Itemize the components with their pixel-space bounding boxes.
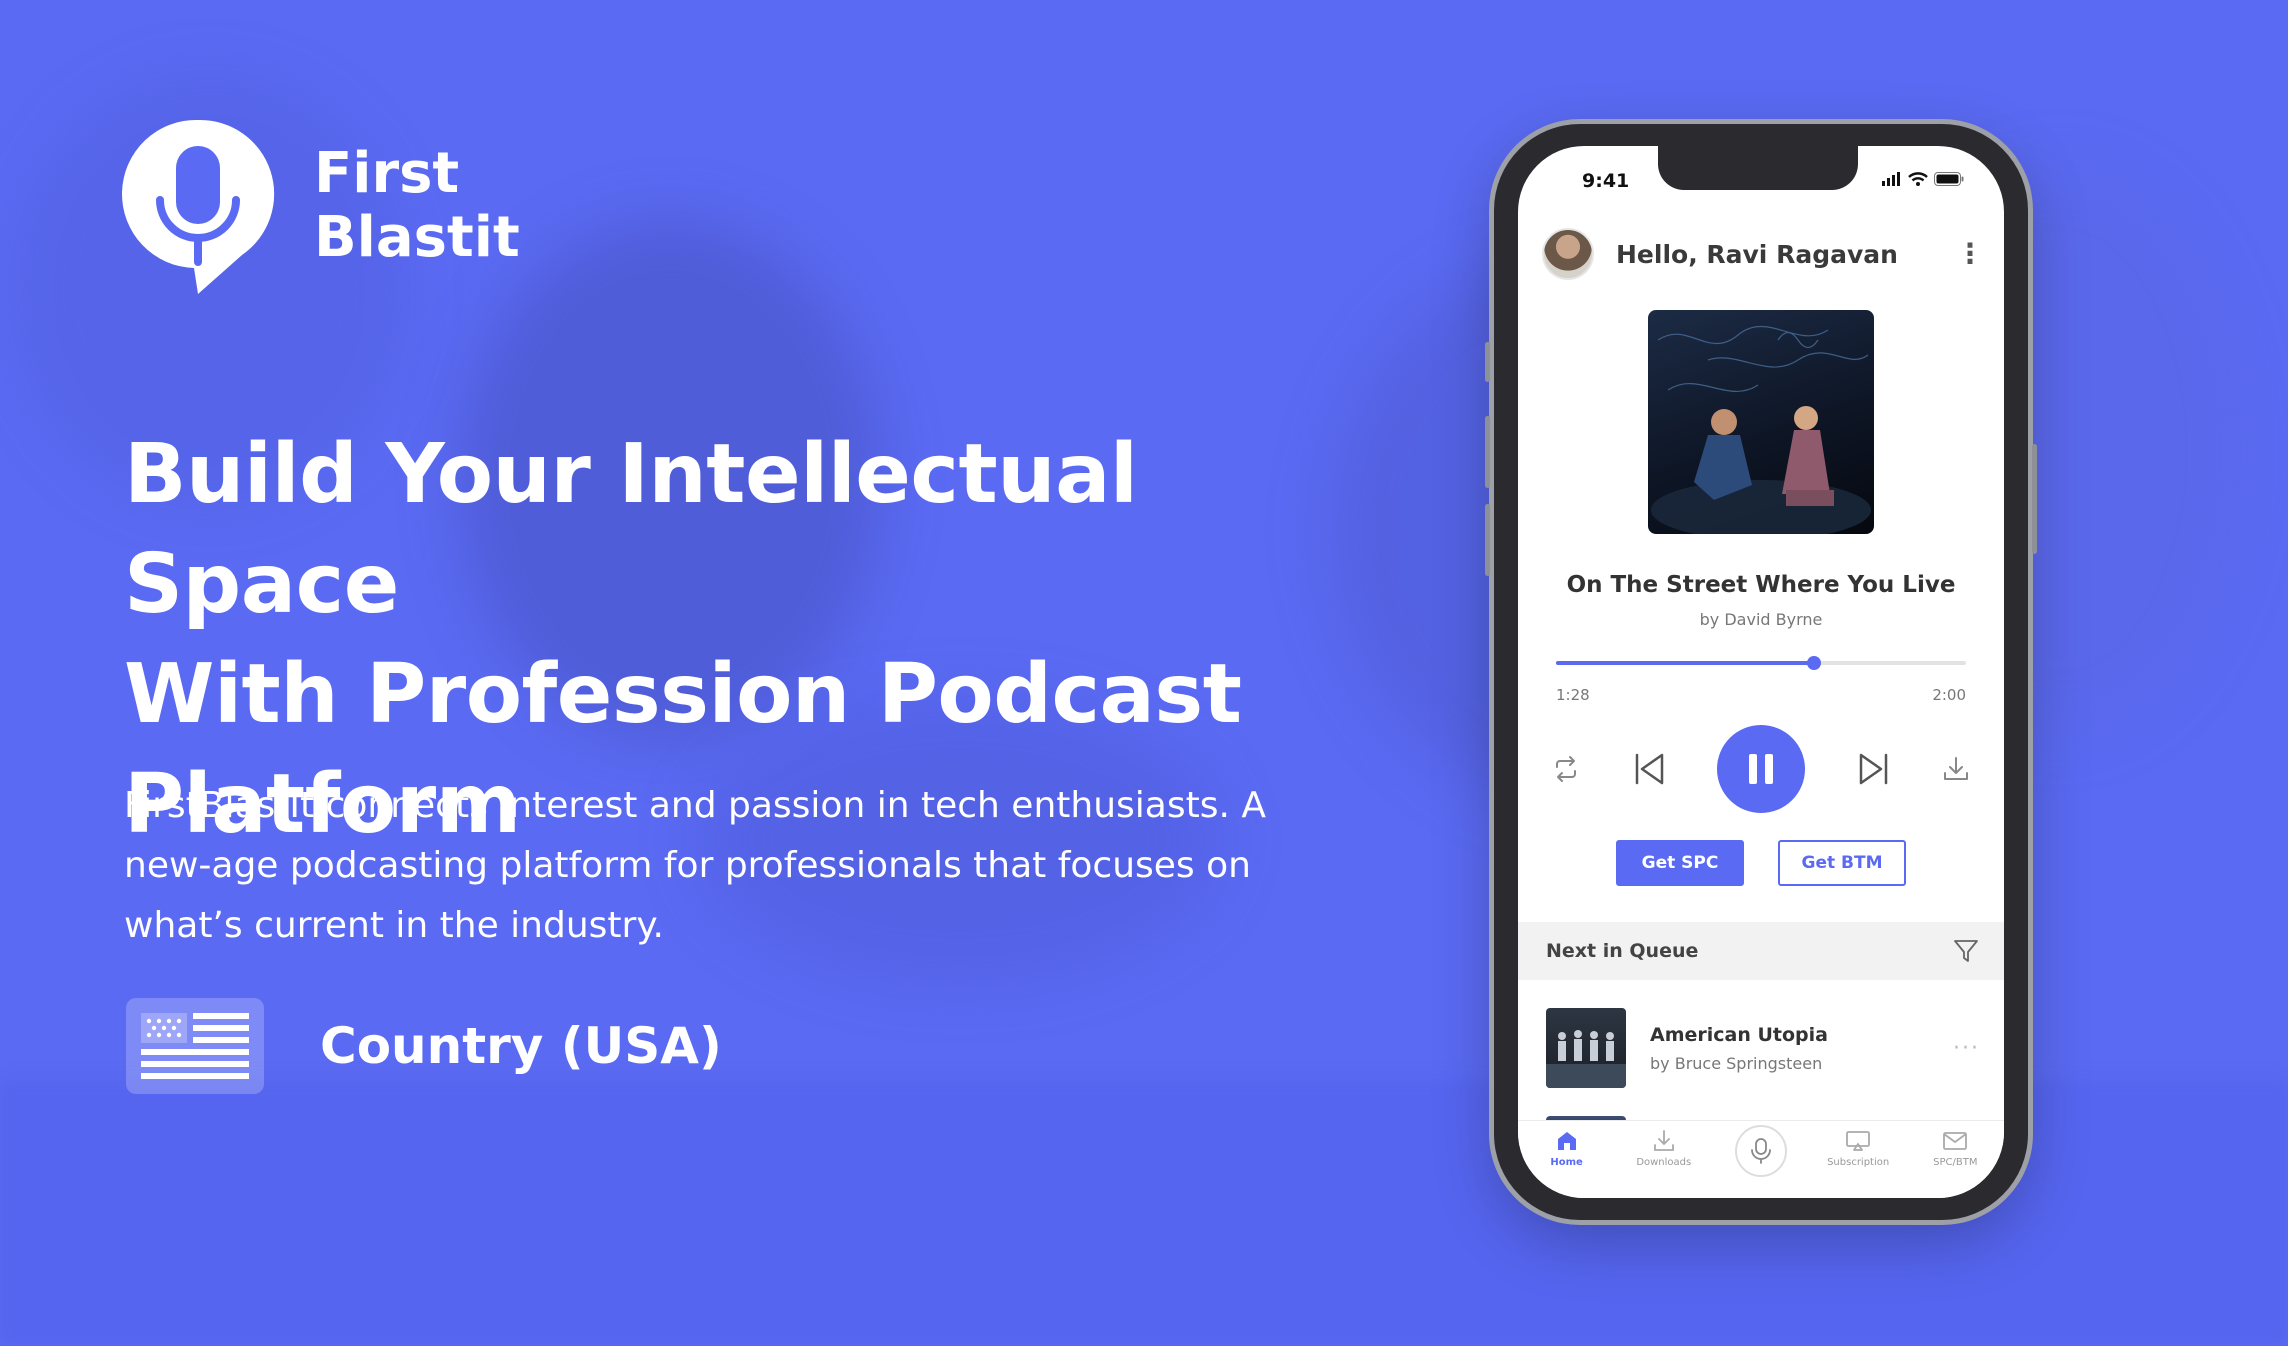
filter-icon[interactable] bbox=[1952, 937, 1980, 965]
more-options-icon[interactable]: ⋮ bbox=[1956, 240, 1984, 268]
tab-home[interactable]: Home bbox=[1522, 1129, 1612, 1168]
headline-line: Build Your Intellectual Space bbox=[124, 427, 1138, 632]
greeting-text: Hello, Ravi Ragavan bbox=[1616, 239, 1898, 269]
brand-name-line2: Blastit bbox=[314, 205, 520, 270]
tab-downloads[interactable]: Downloads bbox=[1619, 1129, 1709, 1168]
queue-item[interactable]: American Utopia by Bruce Springsteen ··· bbox=[1546, 1008, 1980, 1088]
brand-name-line1: First bbox=[314, 141, 460, 206]
download-icon[interactable] bbox=[1942, 755, 1970, 783]
pause-button[interactable] bbox=[1717, 725, 1805, 813]
greeting-row: Hello, Ravi Ragavan ⋮ bbox=[1542, 228, 1984, 280]
phone-side-button bbox=[1485, 504, 1490, 576]
country-selector[interactable]: Country (USA) bbox=[126, 998, 722, 1094]
download-icon bbox=[1653, 1130, 1674, 1151]
queue-item-artist: by Bruce Springsteen bbox=[1650, 1053, 1823, 1073]
microphone-logo-icon bbox=[120, 116, 276, 296]
tab-label: Downloads bbox=[1636, 1157, 1692, 1168]
wifi-icon bbox=[1908, 172, 1928, 186]
progress-bar[interactable] bbox=[1556, 656, 1966, 670]
status-time: 9:41 bbox=[1582, 170, 1630, 192]
elapsed-time: 1:28 bbox=[1556, 686, 1590, 704]
tab-label: Home bbox=[1550, 1157, 1583, 1168]
repeat-icon[interactable] bbox=[1552, 755, 1580, 783]
queue-item-title: American Utopia bbox=[1650, 1023, 1828, 1046]
album-cover bbox=[1648, 310, 1874, 534]
signal-icon bbox=[1882, 172, 1900, 186]
queue-title: Next in Queue bbox=[1546, 940, 1699, 962]
brand-logo: First Blastit bbox=[120, 116, 520, 296]
phone-screen: 9:41 Hello, Ravi Ragavan ⋮ On The Street… bbox=[1518, 146, 2004, 1198]
brand-name: First Blastit bbox=[314, 142, 520, 270]
track-artist: by David Byrne bbox=[1699, 610, 1823, 629]
phone-side-button bbox=[2032, 444, 2037, 554]
phone-mockup: 9:41 Hello, Ravi Ragavan ⋮ On The Street… bbox=[1485, 124, 2037, 1220]
microphone-icon bbox=[1734, 1125, 1787, 1177]
phone-side-button bbox=[1485, 342, 1490, 382]
tab-label: Subscription bbox=[1827, 1157, 1890, 1168]
tab-spc-btm[interactable]: SPC/BTM bbox=[1910, 1129, 2000, 1168]
phone-side-button bbox=[1485, 416, 1490, 488]
status-icons bbox=[1882, 172, 1964, 186]
country-label: Country (USA) bbox=[320, 1017, 722, 1075]
tab-record[interactable] bbox=[1716, 1125, 1806, 1177]
bottom-tab-bar: Home Downloads Subscription SPC/BTM bbox=[1518, 1120, 2004, 1198]
queue-item-text: American Utopia by Bruce Springsteen bbox=[1650, 1024, 1953, 1073]
next-icon[interactable] bbox=[1856, 751, 1892, 787]
total-time: 2:00 bbox=[1932, 686, 1966, 704]
get-btm-button[interactable]: Get BTM bbox=[1778, 840, 1906, 886]
queue-header: Next in Queue bbox=[1518, 922, 2004, 980]
action-buttons: Get SPC Get BTM bbox=[1518, 840, 2004, 886]
tab-subscription[interactable]: Subscription bbox=[1813, 1129, 1903, 1168]
tab-label: SPC/BTM bbox=[1933, 1157, 1978, 1168]
usa-flag-icon bbox=[126, 998, 264, 1094]
avatar[interactable] bbox=[1542, 228, 1594, 280]
subscription-icon bbox=[1846, 1131, 1871, 1151]
battery-icon bbox=[1934, 172, 1964, 186]
headline-line: With Profession Podcast bbox=[124, 647, 1242, 742]
get-spc-button[interactable]: Get SPC bbox=[1616, 840, 1744, 886]
progress-knob[interactable] bbox=[1807, 656, 1822, 670]
home-icon bbox=[1557, 1132, 1576, 1150]
queue-item-thumbnail bbox=[1546, 1008, 1626, 1088]
hero-description: FirstBlastIt connects interest and passi… bbox=[124, 785, 1266, 946]
pause-icon bbox=[1749, 754, 1773, 784]
more-horizontal-icon[interactable]: ··· bbox=[1953, 1036, 1980, 1061]
track-title: On The Street Where You Live bbox=[1566, 572, 1956, 598]
previous-icon[interactable] bbox=[1631, 751, 1667, 787]
progress-fill bbox=[1556, 661, 1815, 665]
phone-notch bbox=[1658, 146, 1858, 190]
player-controls bbox=[1552, 724, 1970, 814]
mail-icon bbox=[1943, 1132, 1968, 1150]
